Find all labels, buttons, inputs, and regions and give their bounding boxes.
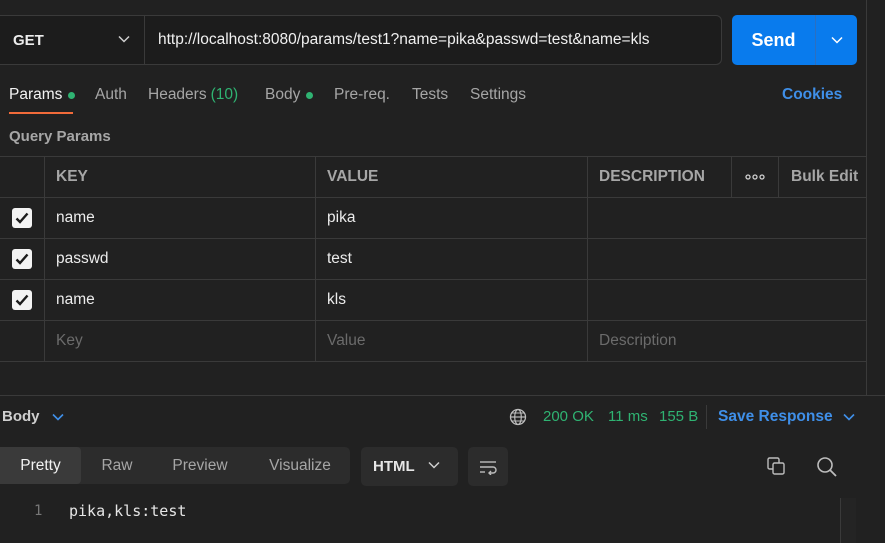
query-params-title: Query Params [9, 128, 111, 145]
response-bar: Body 200 OK 11 ms 155 B Save Response [0, 402, 885, 432]
param-description[interactable] [587, 198, 866, 238]
checkbox-checked [12, 290, 32, 310]
table-row: passwd test [0, 239, 866, 280]
param-value[interactable]: kls [315, 280, 587, 320]
table-row: name pika [0, 198, 866, 239]
empty-check-cell [0, 321, 44, 361]
table-row: name kls [0, 280, 866, 321]
copy-icon[interactable] [766, 456, 786, 476]
active-tab-underline [9, 112, 73, 114]
response-time[interactable]: 11 ms [608, 408, 648, 425]
column-header-value: VALUE [315, 157, 587, 197]
save-response-label: Save Response [718, 408, 833, 425]
request-bar: GET http://localhost:8080/params/test1?n… [0, 15, 722, 65]
column-header-description: DESCRIPTION [587, 157, 731, 197]
params-indicator-dot [68, 91, 76, 99]
tab-pretty[interactable]: Pretty [0, 447, 81, 484]
tab-preview[interactable]: Preview [158, 447, 242, 484]
tab-headers[interactable]: Headers (10) [148, 86, 238, 104]
line-number: 1 [34, 503, 43, 519]
new-value-input[interactable]: Value [315, 321, 587, 361]
method-label: GET [13, 31, 44, 49]
checkmark-icon [15, 212, 29, 224]
method-select[interactable]: GET [0, 16, 145, 64]
vertical-scrollbar[interactable] [840, 498, 856, 543]
chevron-down-icon [118, 35, 130, 43]
row-checkbox[interactable] [0, 239, 44, 279]
wrap-lines-button[interactable] [468, 447, 508, 486]
param-description[interactable] [587, 280, 866, 320]
chevron-down-icon [428, 461, 440, 469]
param-description[interactable] [587, 239, 866, 279]
cookies-link[interactable]: Cookies [782, 86, 842, 104]
tab-params-label: Params [9, 86, 63, 103]
wrap-lines-icon [480, 460, 497, 475]
tab-headers-label: Headers [148, 86, 207, 103]
new-param-row: Key Value Description [0, 321, 866, 362]
tab-visualize[interactable]: Visualize [254, 447, 346, 484]
param-key[interactable]: name [44, 198, 315, 238]
response-section-toggle[interactable]: Body [2, 408, 64, 425]
send-options-button[interactable] [816, 15, 857, 65]
send-button-group: Send [732, 15, 857, 65]
column-header-key: KEY [44, 157, 315, 197]
new-description-input[interactable]: Description [587, 321, 866, 361]
param-key[interactable]: name [44, 280, 315, 320]
response-divider[interactable] [0, 395, 885, 396]
checkmark-icon [15, 294, 29, 306]
response-code-view[interactable]: 1 pika,kls:test [0, 498, 885, 543]
status-code[interactable]: 200 OK [543, 408, 594, 425]
format-label: HTML [373, 458, 415, 475]
send-button[interactable]: Send [732, 15, 816, 65]
tab-raw[interactable]: Raw [85, 447, 149, 484]
param-value[interactable]: test [315, 239, 587, 279]
tab-tests[interactable]: Tests [412, 86, 448, 104]
chevron-down-icon [51, 413, 64, 421]
bulk-edit-button[interactable]: Bulk Edit [778, 157, 866, 197]
chevron-down-icon [843, 413, 855, 421]
search-icon[interactable] [816, 456, 838, 478]
tab-body-label: Body [265, 86, 301, 103]
param-key[interactable]: passwd [44, 239, 315, 279]
tab-body[interactable]: Body [265, 86, 314, 104]
more-dots-icon [745, 174, 765, 180]
param-value[interactable]: pika [315, 198, 587, 238]
table-header-row: KEY VALUE DESCRIPTION Bulk Edit [0, 157, 866, 198]
save-response-button[interactable]: Save Response [718, 408, 855, 426]
checkbox-checked [12, 249, 32, 269]
tab-prereq[interactable]: Pre-req. [334, 86, 390, 104]
header-check-cell [0, 157, 44, 197]
chevron-down-icon [830, 36, 843, 44]
row-checkbox[interactable] [0, 198, 44, 238]
panel-right-border [866, 0, 867, 396]
tab-params[interactable]: Params [9, 86, 76, 104]
body-indicator-dot [306, 91, 314, 99]
url-input[interactable]: http://localhost:8080/params/test1?name=… [145, 16, 721, 64]
new-key-input[interactable]: Key [44, 321, 315, 361]
tab-settings[interactable]: Settings [470, 86, 526, 104]
globe-icon[interactable] [509, 408, 527, 426]
checkmark-icon [15, 253, 29, 265]
format-select[interactable]: HTML [361, 447, 458, 486]
tab-auth[interactable]: Auth [95, 86, 127, 104]
headers-count: (10) [210, 86, 239, 103]
query-params-table: KEY VALUE DESCRIPTION Bulk Edit name pik… [0, 156, 866, 362]
response-size[interactable]: 155 B [659, 408, 698, 425]
more-options-button[interactable] [731, 157, 778, 197]
checkbox-checked [12, 208, 32, 228]
request-tabs: Params Auth Headers (10) Body Pre-req. Te… [0, 80, 865, 118]
separator [706, 405, 707, 429]
response-body-label: Body [2, 408, 40, 425]
response-view-tabs: Pretty Raw Preview Visualize [0, 447, 350, 484]
row-checkbox[interactable] [0, 280, 44, 320]
code-line: pika,kls:test [69, 502, 187, 520]
